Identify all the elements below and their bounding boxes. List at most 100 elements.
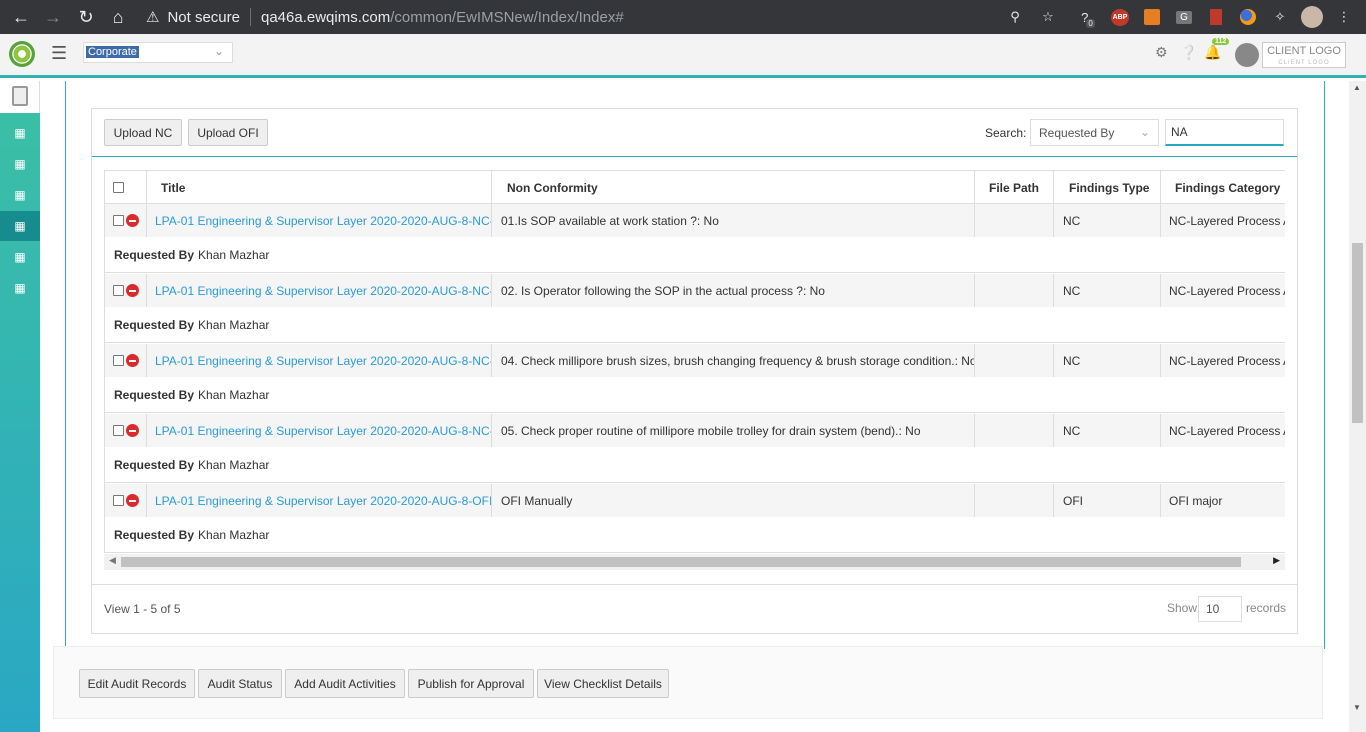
table-horizontal-scrollbar[interactable]: ◀ ▶ bbox=[104, 554, 1285, 570]
company-select[interactable]: Corporate ⌄ bbox=[83, 42, 233, 63]
row-checkbox[interactable] bbox=[113, 355, 124, 366]
sidebar-item-4[interactable]: ▦ bbox=[0, 211, 40, 241]
row-checkbox[interactable] bbox=[113, 425, 124, 436]
delete-icon[interactable] bbox=[126, 284, 139, 297]
table-row: LPA-01 Engineering & Supervisor Layer 20… bbox=[105, 484, 1285, 518]
row-checkbox[interactable] bbox=[113, 495, 124, 506]
scroll-up-icon[interactable]: ▲ bbox=[1353, 83, 1361, 92]
delete-icon[interactable] bbox=[126, 214, 139, 227]
findings-category-cell: NC-Layered Process Audit bbox=[1169, 283, 1285, 298]
zoom-icon[interactable]: ⚲ bbox=[1003, 5, 1027, 29]
column-header-findings-category[interactable]: Findings Category bbox=[1161, 171, 1285, 204]
client-logo-text: CLIENT LOGO bbox=[1267, 45, 1341, 57]
g-extension-icon[interactable]: G bbox=[1172, 5, 1196, 29]
building-icon: ▦ bbox=[14, 219, 26, 233]
non-conformity-cell: 04. Check millipore brush sizes, brush c… bbox=[492, 344, 975, 377]
adblock-icon[interactable]: ABP bbox=[1108, 5, 1132, 29]
requested-by-row: Requested By Khan Mazhar bbox=[105, 517, 1285, 553]
finding-title-link[interactable]: LPA-01 Engineering & Supervisor Layer 20… bbox=[147, 274, 492, 307]
page-vertical-scrollbar[interactable]: ▲ ▼ bbox=[1349, 81, 1366, 732]
building-icon: ▦ bbox=[14, 126, 26, 140]
table-row: LPA-01 Engineering & Supervisor Layer 20… bbox=[105, 274, 1285, 308]
browser-toolbar: ← → ↻ ⌂ ⚠ Not secure qa46a.ewqims.com/co… bbox=[0, 0, 1366, 34]
upload-ofi-button[interactable]: Upload OFI bbox=[188, 119, 268, 146]
add-audit-activities-button[interactable]: Add Audit Activities bbox=[285, 669, 405, 698]
extension-help-icon[interactable]: ? 0 bbox=[1076, 5, 1100, 29]
upload-nc-button[interactable]: Upload NC bbox=[104, 119, 182, 146]
sidebar-top-item[interactable] bbox=[0, 81, 40, 113]
column-header-non-conformity[interactable]: Non Conformity bbox=[492, 171, 975, 204]
file-path-cell bbox=[975, 414, 1054, 447]
non-conformity-cell: OFI Manually bbox=[492, 484, 975, 517]
address-bar[interactable]: ⚠ Not secure qa46a.ewqims.com/common/EwI… bbox=[140, 3, 1068, 31]
home-icon[interactable]: ⌂ bbox=[102, 0, 134, 34]
delete-icon[interactable] bbox=[126, 354, 139, 367]
scroll-down-icon[interactable]: ▼ bbox=[1353, 703, 1361, 712]
puzzle-extensions-icon[interactable]: ✧ bbox=[1268, 5, 1292, 29]
back-arrow-icon[interactable]: ← bbox=[5, 0, 37, 34]
sidebar-item-5[interactable]: ▦ bbox=[0, 242, 40, 272]
page-size-input[interactable] bbox=[1198, 596, 1242, 622]
firefox-extension-icon[interactable] bbox=[1236, 5, 1260, 29]
forward-arrow-icon[interactable]: → bbox=[37, 0, 69, 34]
requested-by-row: Requested By Khan Mazhar bbox=[105, 447, 1285, 483]
delete-icon[interactable] bbox=[126, 424, 139, 437]
help-icon[interactable]: ❔ bbox=[1180, 44, 1197, 61]
app-logo-icon[interactable] bbox=[9, 41, 35, 67]
client-logo: CLIENT LOGO CLIENT LOGO bbox=[1262, 42, 1346, 68]
chrome-menu-icon[interactable]: ⋮ bbox=[1332, 5, 1356, 29]
scroll-right-icon[interactable]: ▶ bbox=[1273, 555, 1280, 566]
shopping-extension-icon[interactable] bbox=[1140, 5, 1164, 29]
select-all-header bbox=[105, 171, 147, 204]
file-path-cell bbox=[975, 484, 1054, 517]
reload-icon[interactable]: ↻ bbox=[70, 0, 102, 34]
findings-category-cell: NC-Layered Process Audit bbox=[1169, 423, 1285, 438]
edit-audit-records-button[interactable]: Edit Audit Records bbox=[79, 669, 195, 698]
extension-badge: 0 bbox=[1086, 18, 1095, 28]
select-all-checkbox[interactable] bbox=[113, 182, 124, 193]
finding-title-link[interactable]: LPA-01 Engineering & Supervisor Layer 20… bbox=[147, 204, 492, 237]
column-header-findings-type[interactable]: Findings Type bbox=[1054, 171, 1161, 204]
sidebar-item-6[interactable]: ▦ bbox=[0, 273, 40, 303]
client-logo-subtext: CLIENT LOGO bbox=[1278, 60, 1330, 66]
findings-category-cell: OFI major bbox=[1169, 493, 1223, 508]
delete-icon[interactable] bbox=[126, 494, 139, 507]
sidebar-item-2[interactable]: ▦ bbox=[0, 149, 40, 179]
file-path-cell bbox=[975, 274, 1054, 307]
profile-avatar-icon[interactable] bbox=[1300, 5, 1324, 29]
row-checkbox[interactable] bbox=[113, 285, 124, 296]
row-select-cell bbox=[105, 484, 147, 517]
sidebar-item-3[interactable]: ▦ bbox=[0, 180, 40, 210]
audit-status-button[interactable]: Audit Status bbox=[198, 669, 282, 698]
left-sidebar: ▦ ▦ ▦ ▦ ▦ ▦ bbox=[0, 81, 40, 732]
finding-title-link[interactable]: LPA-01 Engineering & Supervisor Layer 20… bbox=[147, 484, 492, 517]
row-select-cell bbox=[105, 414, 147, 447]
bookmark-star-icon[interactable]: ☆ bbox=[1036, 5, 1060, 29]
notification-bell-icon[interactable]: 🔔 bbox=[1204, 44, 1221, 61]
scroll-left-icon[interactable]: ◀ bbox=[109, 555, 116, 566]
requested-by-label: Requested By bbox=[114, 527, 195, 542]
publish-for-approval-button[interactable]: Publish for Approval bbox=[408, 669, 534, 698]
sidebar-item-1[interactable]: ▦ bbox=[0, 118, 40, 148]
building-icon: ▦ bbox=[14, 157, 26, 171]
non-conformity-cell: 05. Check proper routine of millipore mo… bbox=[492, 414, 975, 447]
findings-type-cell: NC bbox=[1054, 414, 1161, 447]
requested-by-value: Khan Mazhar bbox=[198, 457, 270, 472]
column-header-file-path[interactable]: File Path bbox=[975, 171, 1054, 204]
user-avatar[interactable] bbox=[1235, 43, 1259, 67]
row-checkbox[interactable] bbox=[113, 215, 124, 226]
warning-icon: ⚠ bbox=[146, 9, 160, 26]
scrollbar-thumb[interactable] bbox=[121, 557, 1241, 567]
settings-gear-icon[interactable]: ⚙ bbox=[1155, 44, 1168, 61]
column-header-title[interactable]: Title bbox=[147, 171, 492, 204]
requested-by-label: Requested By bbox=[114, 457, 195, 472]
view-checklist-details-button[interactable]: View Checklist Details bbox=[537, 669, 669, 698]
page-scrollbar-thumb[interactable] bbox=[1352, 243, 1363, 423]
findings-table: Title Non Conformity File Path Findings … bbox=[104, 170, 1285, 553]
finding-title-link[interactable]: LPA-01 Engineering & Supervisor Layer 20… bbox=[147, 414, 492, 447]
hamburger-menu-icon[interactable]: ☰ bbox=[51, 43, 67, 64]
search-field-select[interactable]: Requested By ⌄ bbox=[1030, 119, 1159, 146]
finding-title-link[interactable]: LPA-01 Engineering & Supervisor Layer 20… bbox=[147, 344, 492, 377]
pdf-extension-icon[interactable] bbox=[1204, 5, 1228, 29]
search-input[interactable] bbox=[1165, 119, 1284, 146]
